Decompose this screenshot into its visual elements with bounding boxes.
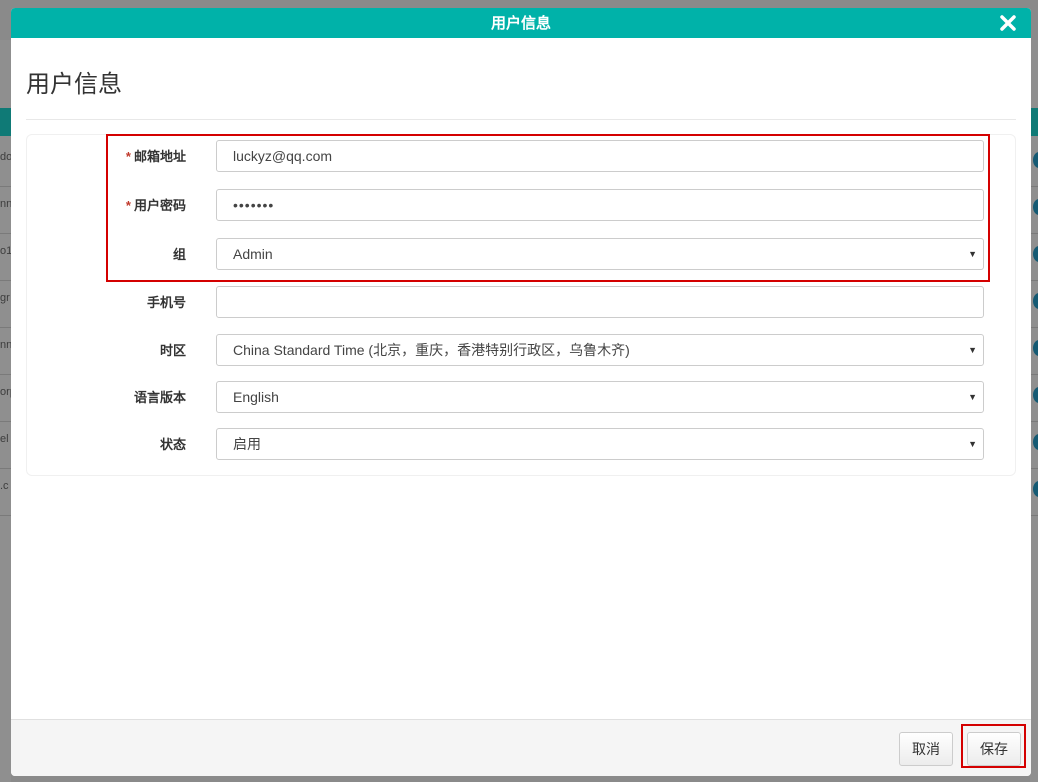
status-label: 状态 xyxy=(159,437,186,452)
password-row: * 用户密码 ••••••• xyxy=(11,189,1011,223)
background-text: nn xyxy=(0,339,11,351)
language-select[interactable]: English ▼ xyxy=(216,381,984,413)
close-icon[interactable] xyxy=(999,14,1017,32)
group-selected-value: Admin xyxy=(233,246,273,262)
background-text: el xyxy=(0,433,9,445)
dialog-footer: 取消 保存 xyxy=(11,719,1031,776)
background-action-icon xyxy=(1033,387,1038,403)
background-header-bar xyxy=(0,108,11,136)
required-mark: * xyxy=(125,198,131,213)
background-action-icon xyxy=(1033,152,1038,168)
cancel-button[interactable]: 取消 xyxy=(899,732,953,766)
background-action-icon xyxy=(1033,293,1038,309)
language-label: 语言版本 xyxy=(133,390,186,405)
background-page-left: do nn o16 gr nn orp el .c xyxy=(0,40,11,782)
timezone-label: 时区 xyxy=(159,343,186,358)
language-selected-value: English xyxy=(233,389,279,405)
caret-down-icon: ▼ xyxy=(968,345,977,355)
background-text: o16 xyxy=(0,245,11,257)
phone-label: 手机号 xyxy=(146,295,186,310)
background-header-bar xyxy=(1030,108,1038,136)
background-text: orp xyxy=(0,386,11,398)
timezone-row: 时区 China Standard Time (北京，重庆，香港特别行政区，乌鲁… xyxy=(11,334,1011,368)
status-row: 状态 启用 ▼ xyxy=(11,428,1011,462)
dialog-title: 用户信息 xyxy=(490,15,551,32)
email-row: * 邮箱地址 luckyz@qq.com xyxy=(11,140,1011,174)
email-field[interactable]: luckyz@qq.com xyxy=(216,140,984,172)
background-action-icon xyxy=(1033,340,1038,356)
save-button[interactable]: 保存 xyxy=(967,732,1021,766)
language-row: 语言版本 English ▼ xyxy=(11,381,1011,415)
page-title: 用户信息 xyxy=(26,71,122,98)
status-selected-value: 启用 xyxy=(233,436,261,452)
phone-field[interactable] xyxy=(216,286,984,318)
background-text: do xyxy=(0,151,11,163)
dialog-header: 用户信息 xyxy=(11,8,1031,38)
group-select[interactable]: Admin ▼ xyxy=(216,238,984,270)
caret-down-icon: ▼ xyxy=(968,249,977,259)
background-action-icon xyxy=(1033,481,1038,497)
group-label: 组 xyxy=(172,247,186,262)
timezone-select[interactable]: China Standard Time (北京，重庆，香港特别行政区，乌鲁木齐)… xyxy=(216,334,984,366)
caret-down-icon: ▼ xyxy=(968,392,977,402)
status-select[interactable]: 启用 ▼ xyxy=(216,428,984,460)
phone-row: 手机号 xyxy=(11,286,1011,320)
user-info-dialog: 用户信息 用户信息 * 邮箱地址 luckyz@qq.com * 用户密码 ••••… xyxy=(11,8,1031,776)
background-action-icon xyxy=(1033,199,1038,215)
background-action-icon xyxy=(1033,246,1038,262)
group-row: 组 Admin ▼ xyxy=(11,238,1011,272)
timezone-selected-value: China Standard Time (北京，重庆，香港特别行政区，乌鲁木齐) xyxy=(233,342,630,358)
background-text: gr xyxy=(0,292,10,304)
required-mark: * xyxy=(125,149,131,164)
background-page-right xyxy=(1030,40,1038,782)
background-action-icon xyxy=(1033,434,1038,450)
password-field[interactable]: ••••••• xyxy=(216,189,984,221)
divider xyxy=(26,119,1016,120)
background-text: nn xyxy=(0,198,11,210)
password-label: * 用户密码 xyxy=(125,198,186,213)
email-label: * 邮箱地址 xyxy=(125,149,186,164)
caret-down-icon: ▼ xyxy=(968,439,977,449)
background-text: .c xyxy=(0,480,9,492)
